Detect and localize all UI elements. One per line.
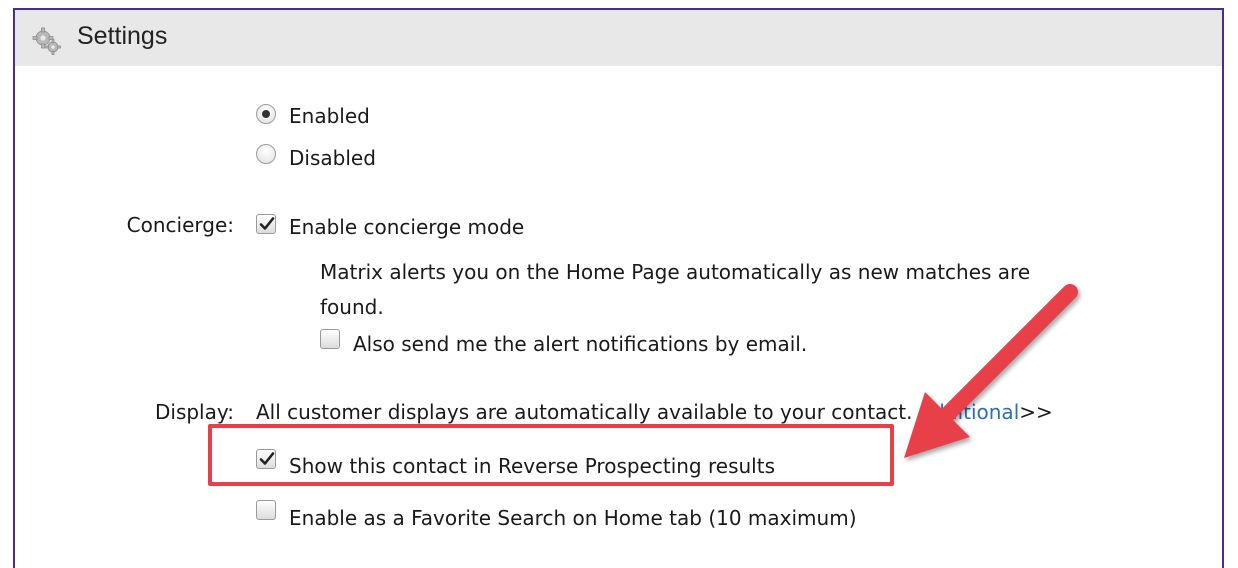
annotation-arrow-icon [904, 284, 1078, 458]
